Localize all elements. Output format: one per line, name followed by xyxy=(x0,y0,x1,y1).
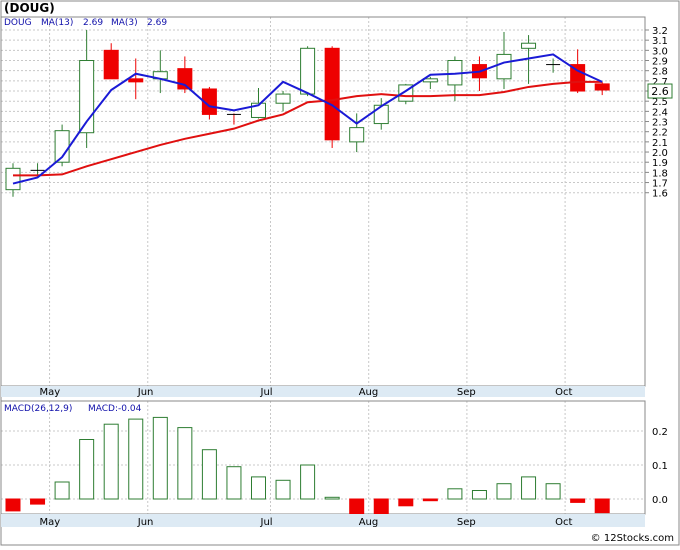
price-y-tick-label: 2.2 xyxy=(652,128,668,139)
macd-bar xyxy=(54,481,70,500)
last-price-label: 2.6 xyxy=(651,85,669,98)
candle-body xyxy=(103,49,119,80)
macd-x-axis-band xyxy=(1,514,645,527)
candle-body xyxy=(128,78,144,83)
price-x-tick-label: Sep xyxy=(457,387,476,398)
price-y-tick-label: 3.1 xyxy=(652,36,668,47)
macd-bar xyxy=(447,488,463,500)
macd-bar xyxy=(471,490,487,500)
price-y-tick-label: 2.0 xyxy=(652,148,668,159)
candle-body xyxy=(275,93,291,104)
price-y-tick-label: 1.9 xyxy=(652,158,668,169)
macd-bar xyxy=(570,498,586,503)
price-y-tick-label: 1.8 xyxy=(652,168,668,179)
macd-x-tick-label: Oct xyxy=(555,517,572,528)
macd-bar xyxy=(545,483,561,500)
macd-x-tick-label: Sep xyxy=(457,517,476,528)
macd-bar xyxy=(152,416,168,500)
price-x-tick-label: Jul xyxy=(260,387,273,398)
price-y-tick-label: 1.6 xyxy=(652,189,668,200)
price-y-tick-label: 1.7 xyxy=(652,179,668,190)
macd-bar xyxy=(177,427,193,500)
macd-legend-label: MACD(26,12,9) xyxy=(4,404,72,414)
macd-bar xyxy=(521,476,537,500)
price-y-tick-label: 3.2 xyxy=(652,26,668,37)
macd-bar xyxy=(201,449,217,500)
price-y-tick-label: 2.5 xyxy=(652,97,668,108)
candle-body xyxy=(422,78,438,83)
macd-bar xyxy=(79,439,95,500)
candle-body xyxy=(300,47,316,95)
macd-y-tick-label: 0.1 xyxy=(652,461,668,472)
candle-body xyxy=(349,127,365,143)
macd-bar xyxy=(422,498,438,502)
macd-bar xyxy=(594,498,610,514)
candle xyxy=(324,46,340,148)
macd-bar xyxy=(275,479,291,500)
legend-ma13-label: MA(13) xyxy=(41,18,73,28)
macd-bar xyxy=(226,466,242,500)
legend-ma13-value: 2.69 xyxy=(83,18,103,28)
macd-bar xyxy=(30,498,46,505)
chart-title: (DOUG) xyxy=(4,1,55,15)
price-x-tick-label: Oct xyxy=(555,387,572,398)
macd-x-tick-label: May xyxy=(40,517,61,528)
watermark: © 12Stocks.com xyxy=(591,533,674,544)
macd-bar xyxy=(324,496,340,500)
macd-y-tick-label: 0.2 xyxy=(652,427,668,438)
candle-body xyxy=(5,167,21,191)
price-y-tick-label: 2.9 xyxy=(652,57,668,68)
candle-body xyxy=(324,47,340,141)
price-y-tick-label: 2.3 xyxy=(652,118,668,129)
price-x-tick-label: May xyxy=(40,387,61,398)
macd-bar xyxy=(496,483,512,500)
macd-bar xyxy=(398,498,414,507)
legend-ma3-value: 2.69 xyxy=(147,18,167,28)
candle-body xyxy=(496,53,512,80)
macd-y-tick-label: 0.0 xyxy=(652,495,668,506)
stock-chart-stage: 1.61.71.81.92.02.12.22.32.42.52.62.72.82… xyxy=(0,0,680,546)
price-x-axis-band xyxy=(1,386,645,397)
macd-bar xyxy=(251,476,266,500)
candle-body xyxy=(373,104,389,125)
stock-chart-svg: 1.61.71.81.92.02.12.22.32.42.52.62.72.82… xyxy=(0,0,680,546)
macd-x-tick-label: Jul xyxy=(260,517,273,528)
price-x-tick-label: Aug xyxy=(359,387,379,398)
candle xyxy=(300,46,316,97)
macd-bar xyxy=(5,498,21,512)
legend-ticker: DOUG xyxy=(4,18,32,28)
legend-ma3-label: MA(3) xyxy=(111,18,138,28)
last-price-marker: 2.6 xyxy=(647,83,673,99)
price-y-tick-label: 2.4 xyxy=(652,107,668,118)
price-y-tick-label: 3.0 xyxy=(652,46,668,57)
macd-x-tick-label: Aug xyxy=(359,517,379,528)
price-y-tick-label: 2.1 xyxy=(652,138,668,149)
macd-bar xyxy=(128,418,144,500)
macd-bar xyxy=(300,464,316,500)
price-x-tick-label: Jun xyxy=(137,387,154,398)
macd-bar xyxy=(373,498,389,517)
candle-body xyxy=(594,83,610,91)
candle-body xyxy=(521,42,537,49)
price-y-tick-label: 2.8 xyxy=(652,67,668,78)
macd-legend-value: MACD:-0.04 xyxy=(88,404,142,414)
macd-x-tick-label: Jun xyxy=(137,517,154,528)
macd-bar xyxy=(103,423,119,500)
